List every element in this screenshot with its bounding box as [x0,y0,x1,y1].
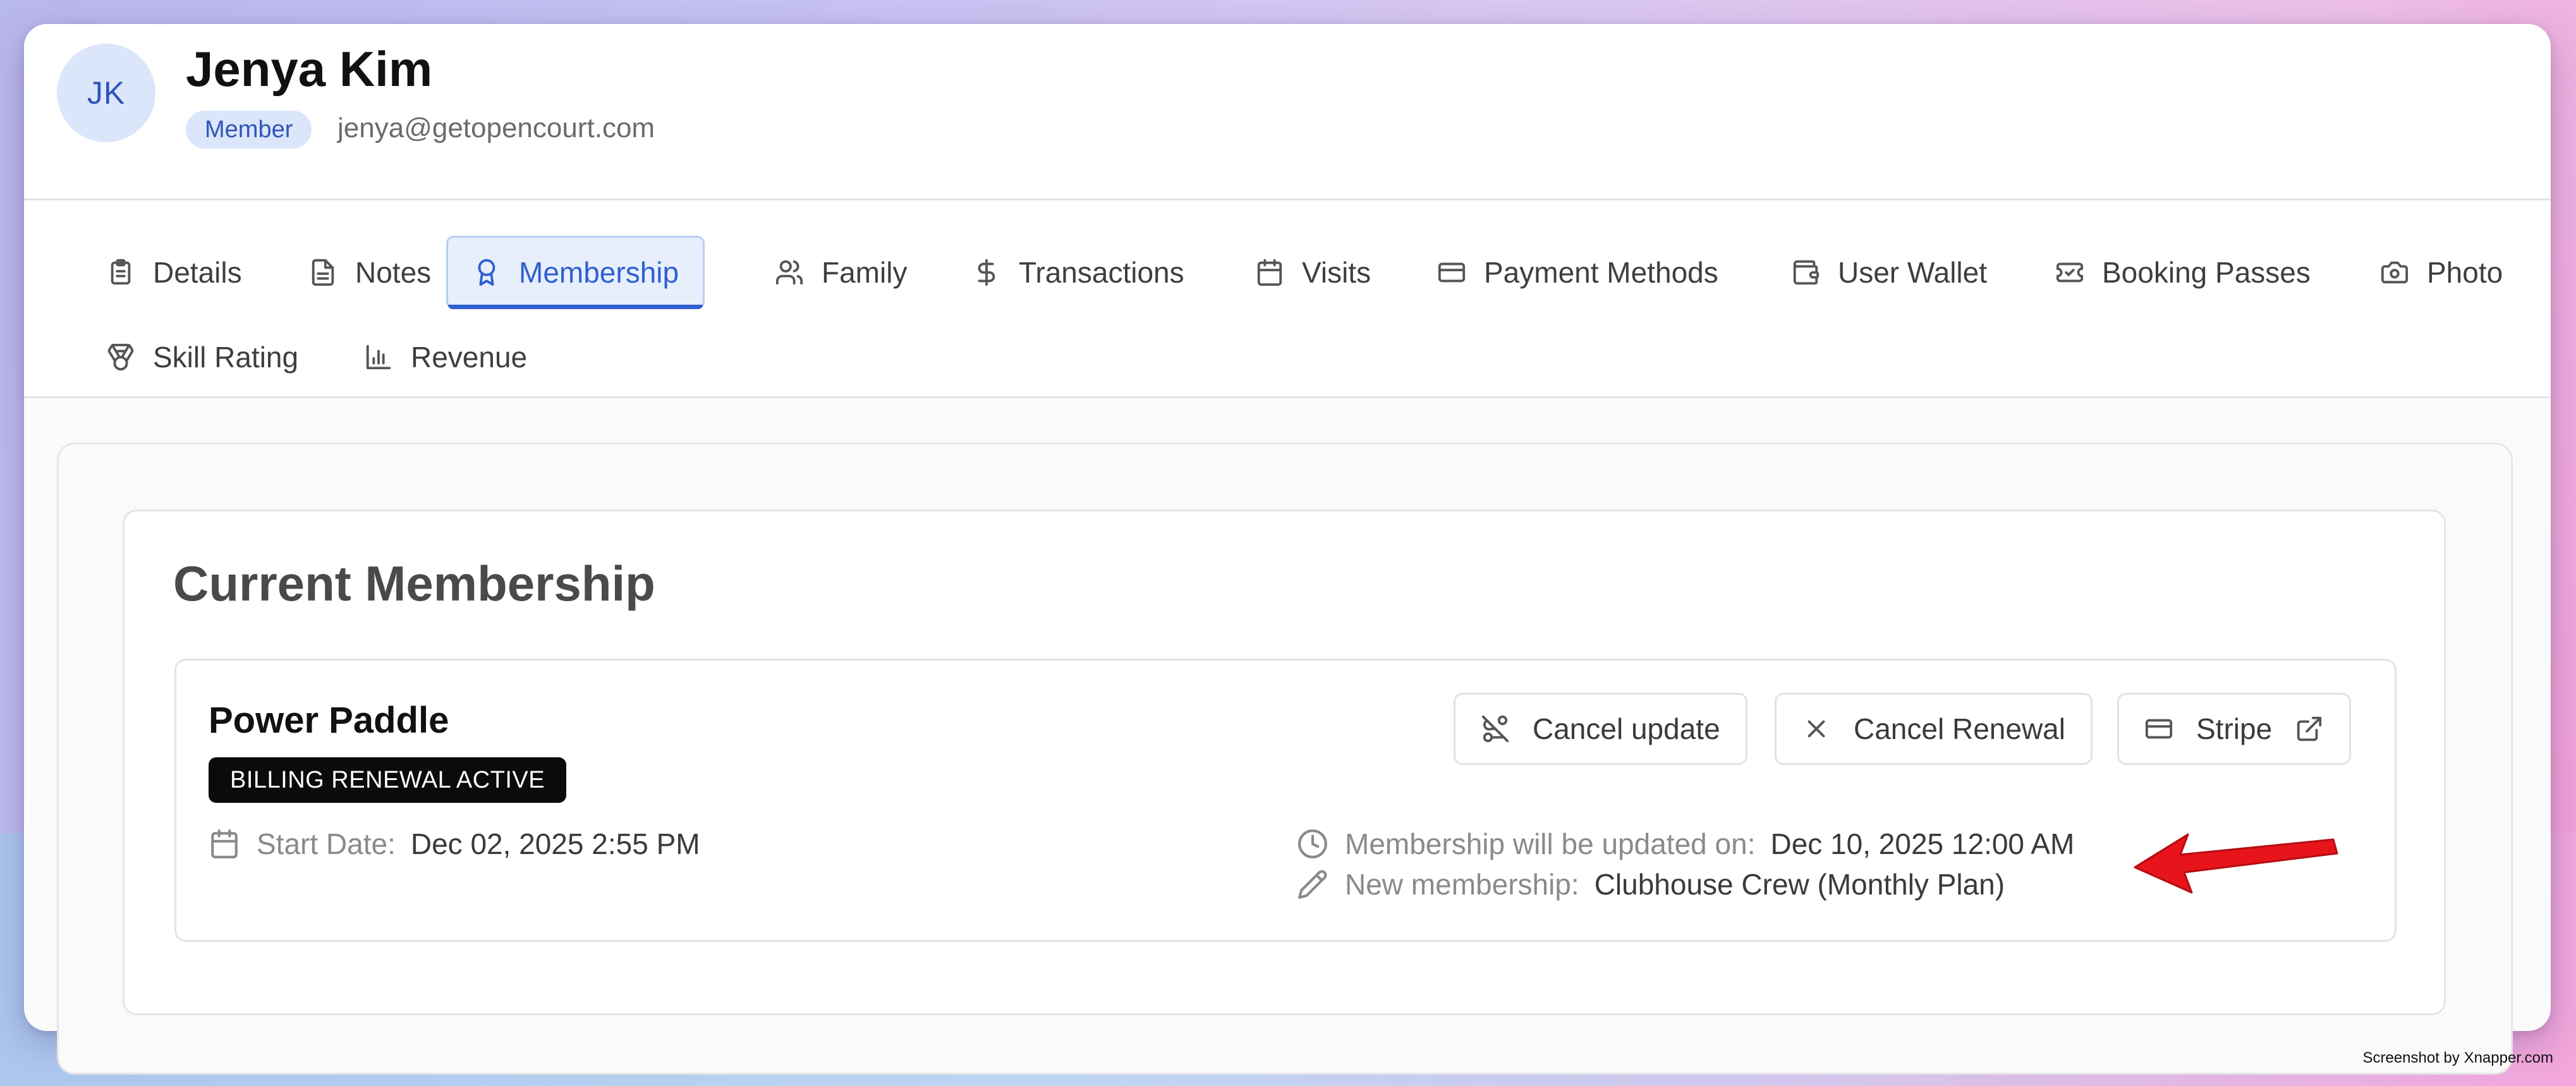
tab-label: Photo [2427,256,2503,289]
updated-on-value: Dec 10, 2025 12:00 AM [1770,827,2075,860]
external-link-icon [2297,716,2322,741]
tab-label: Booking Passes [2102,256,2311,289]
tab-transactions[interactable]: Transactions [948,236,1208,309]
tab-visits[interactable]: Visits [1231,236,1395,309]
new-membership-row: New membership: Clubhouse Crew (Monthly … [1297,867,2005,901]
profile-header: JK Jenya Kim Member jenya@getopencourt.c… [24,24,2551,198]
avatar: JK [57,44,155,142]
updated-on-row: Membership will be updated on: Dec 10, 2… [1297,827,2074,861]
close-icon [1807,720,1825,738]
tab-skill-rating[interactable]: Skill Rating [82,320,322,394]
profile-tabs: Details Notes Membership Family Transact… [24,198,2551,398]
credit-card-icon [2145,719,2173,739]
new-membership-label: New membership: [1345,868,1579,901]
award-icon [478,259,495,286]
status-badge: BILLING RENEWAL ACTIVE [209,757,567,803]
tab-label: User Wallet [1838,256,1987,289]
tab-label: Family [822,256,908,289]
role-badge: Member [186,111,312,149]
stripe-button[interactable]: Stripe [2117,693,2352,765]
tab-label: Revenue [411,341,528,374]
tab-user-wallet[interactable]: User Wallet [1767,236,2011,309]
bar-chart-icon [366,345,391,370]
tab-booking-passes[interactable]: Booking Passes [2031,236,2335,309]
tab-details[interactable]: Details [82,236,266,309]
user-name: Jenya Kim [186,41,433,97]
cancel-update-button[interactable]: Cancel update [1454,693,1747,765]
tab-label: Details [153,256,242,289]
tab-label: Payment Methods [1484,256,1718,289]
button-label: Cancel Renewal [1854,712,2065,745]
tab-label: Visits [1302,256,1371,289]
tab-label: Notes [355,256,432,289]
tab-label: Skill Rating [153,341,299,374]
tab-notes[interactable]: Notes [284,236,455,309]
clock-icon [1298,829,1327,858]
tab-label: Membership [519,256,679,289]
tab-photo[interactable]: Photo [2356,236,2527,309]
calendar-icon [1257,259,1282,286]
users-icon [775,260,803,285]
tab-membership[interactable]: Membership [446,236,705,309]
section-title: Current Membership [173,556,655,611]
updated-on-label: Membership will be updated on: [1345,827,1756,860]
wallet-icon [1793,260,1820,285]
start-date-label: Start Date: [257,827,396,860]
start-date-value: Dec 02, 2025 2:55 PM [410,827,700,860]
start-date-row: Start Date: Dec 02, 2025 2:55 PM [209,827,700,861]
calendar-icon [211,829,238,858]
annotation-arrow [2134,833,2338,894]
route-off-icon [1481,715,1509,743]
tab-family[interactable]: Family [751,236,931,309]
clipboard-icon [111,259,131,285]
watermark: Screenshot by Xnapper.com [2362,1049,2553,1066]
tab-revenue[interactable]: Revenue [340,320,551,394]
user-email: jenya@getopencourt.com [337,113,655,143]
button-label: Cancel update [1533,712,1720,745]
tab-label: Transactions [1019,256,1184,289]
cancel-renewal-button[interactable]: Cancel Renewal [1775,693,2093,765]
camera-icon [2381,261,2409,284]
new-membership-value: Clubhouse Crew (Monthly Plan) [1594,868,2005,901]
medal-icon [107,343,134,371]
ticket-icon [2056,262,2084,283]
pencil-icon [1298,870,1327,899]
document-icon [312,259,334,286]
button-label: Stripe [2196,712,2273,745]
tab-payment-methods[interactable]: Payment Methods [1413,236,1742,309]
credit-card-icon [1438,262,1466,283]
dollar-icon [978,259,995,286]
plan-name: Power Paddle [209,700,449,741]
